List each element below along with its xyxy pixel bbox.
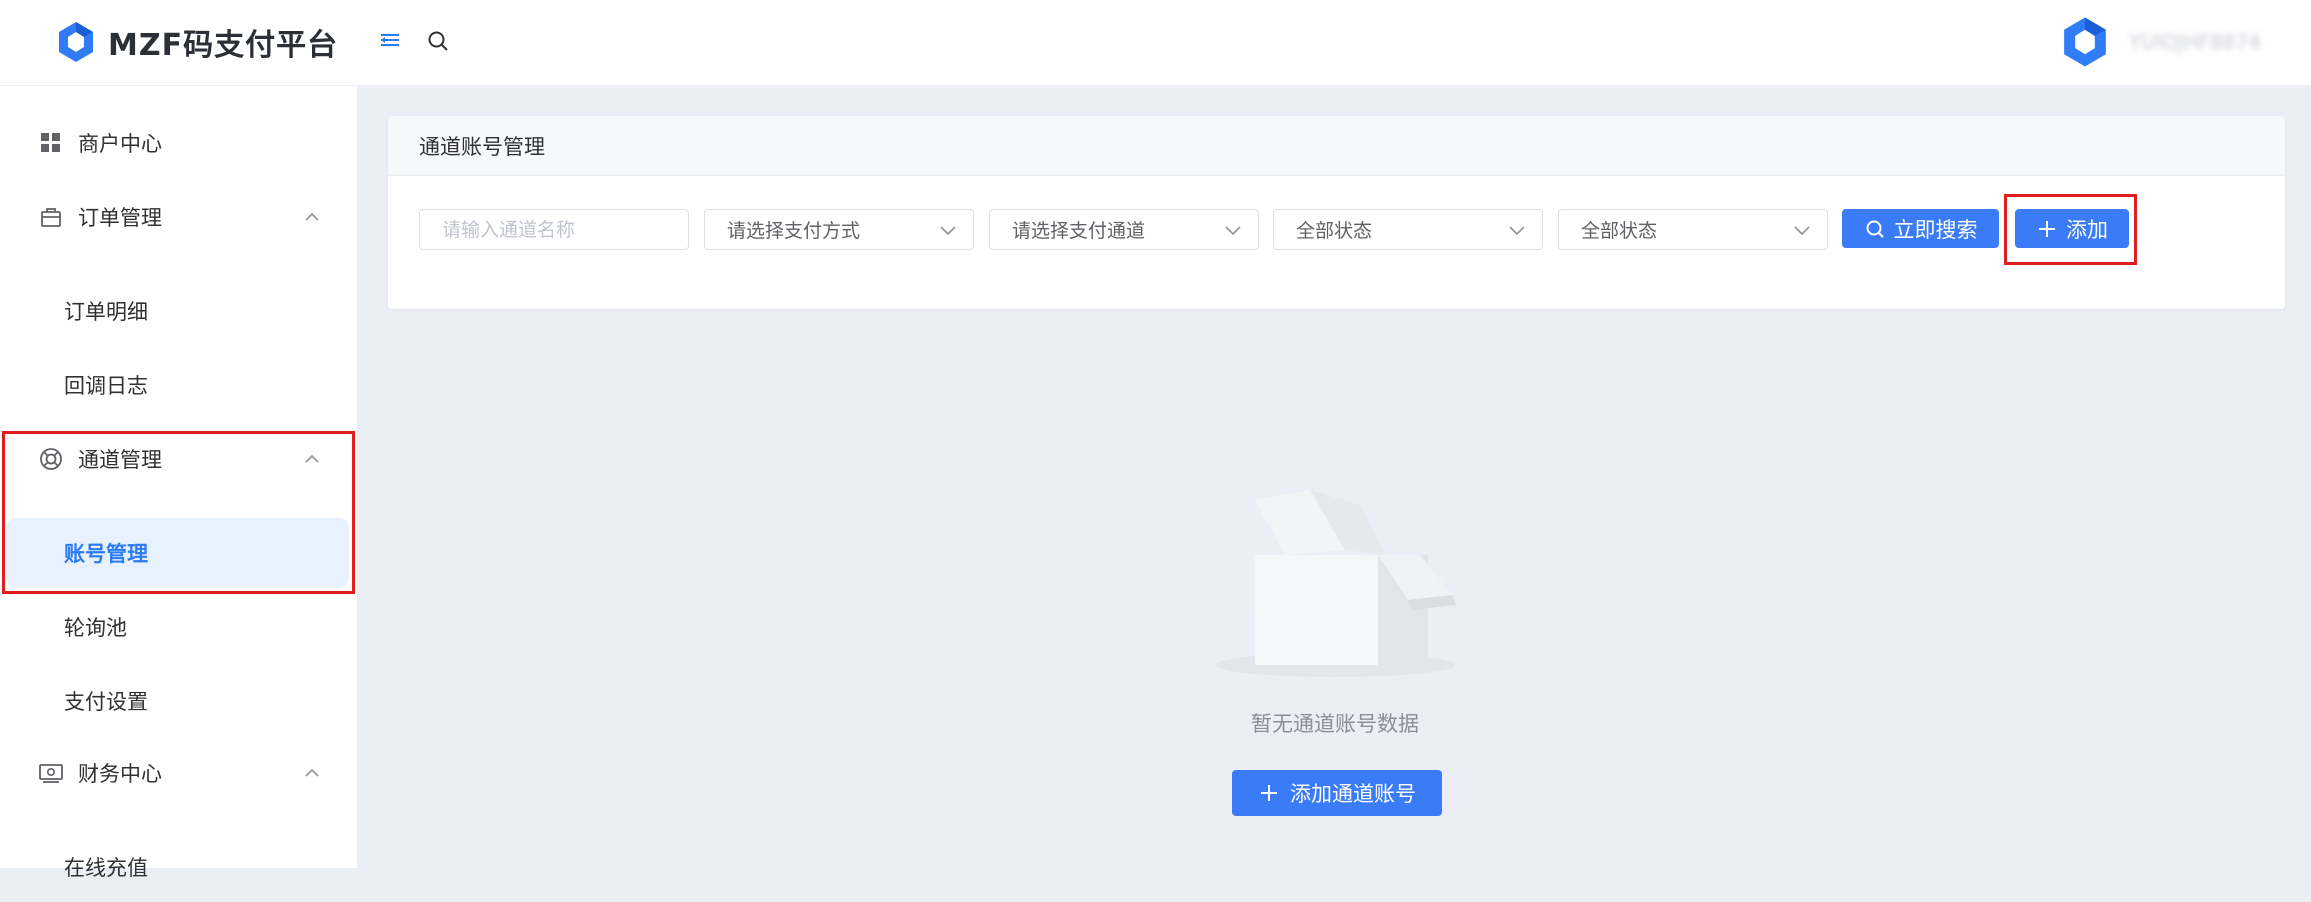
plus-icon (1258, 782, 1280, 804)
sidebar-item-account-management[interactable]: 账号管理 (6, 518, 349, 588)
sidebar-group-finance[interactable]: 财务中心 (0, 743, 357, 803)
sidebar-item-label: 订单明细 (64, 300, 148, 324)
pay-channel-select[interactable]: 请选择支付通道 (989, 209, 1259, 250)
app-title: MZF码支付平台 (108, 28, 339, 63)
avatar (2057, 14, 2113, 70)
sidebar-group-channels[interactable]: 通道管理 (0, 429, 357, 489)
bag-icon (38, 204, 64, 230)
select-value: 请选择支付通道 (1012, 220, 1146, 242)
chevron-up-icon (300, 449, 324, 469)
chevron-down-icon (1509, 226, 1525, 236)
search-icon[interactable] (424, 27, 452, 55)
sidebar-group-label: 订单管理 (78, 206, 162, 230)
chevron-down-icon (1225, 226, 1241, 236)
sidebar-item-callback-log[interactable]: 回调日志 (0, 350, 357, 420)
sidebar-group-label: 商户中心 (78, 132, 162, 156)
sidebar-item-polling-pool[interactable]: 轮询池 (0, 592, 357, 662)
sidebar-item-label: 轮询池 (64, 616, 127, 640)
page-title: 通道账号管理 (388, 116, 2285, 176)
sidebar-item-label: 回调日志 (64, 374, 148, 398)
search-icon (1864, 218, 1886, 240)
select-value: 全部状态 (1581, 220, 1658, 242)
status-select-2[interactable]: 全部状态 (1558, 209, 1828, 250)
add-channel-account-button[interactable]: 添加通道账号 (1232, 770, 1442, 816)
empty-illustration (1200, 430, 1470, 690)
sidebar: 商户中心 订单管理 订单明细 回调日志 通道管理 账号管理 轮询池 支付设置 财… (0, 86, 357, 880)
top-header: MZF码支付平台 YUIOJHF8874 (0, 0, 2311, 86)
empty-state-text: 暂无通道账号数据 (1251, 712, 1419, 736)
sidebar-item-label: 在线充值 (64, 856, 148, 880)
sidebar-item-order-details[interactable]: 订单明细 (0, 276, 357, 346)
search-button[interactable]: 立即搜索 (1842, 209, 1999, 248)
chevron-down-icon (940, 226, 956, 236)
add-channel-account-label: 添加通道账号 (1290, 782, 1416, 806)
sidebar-group-label: 财务中心 (78, 762, 162, 786)
grid-icon (38, 130, 64, 156)
logo-icon (54, 18, 98, 66)
chevron-down-icon (1794, 226, 1810, 236)
sidebar-group-merchant[interactable]: 商户中心 (0, 113, 357, 173)
pay-method-select[interactable]: 请选择支付方式 (704, 209, 974, 250)
sidebar-item-online-recharge[interactable]: 在线充值 (0, 832, 357, 902)
plus-icon (2036, 218, 2058, 240)
select-value: 全部状态 (1296, 220, 1373, 242)
sidebar-item-label: 支付设置 (64, 690, 148, 714)
brand[interactable]: MZF码支付平台 (54, 12, 338, 72)
channel-name-input[interactable] (419, 209, 689, 250)
status-select-1[interactable]: 全部状态 (1273, 209, 1543, 250)
lifebuoy-icon (38, 446, 64, 472)
select-value: 请选择支付方式 (727, 220, 861, 242)
user-menu[interactable]: YUIOJHF8874 (2057, 12, 2279, 72)
filter-card: 通道账号管理 请选择支付方式 请选择支付通道 全部状态 全部状态 立即搜索 (388, 116, 2285, 309)
add-button-label: 添加 (2066, 217, 2108, 242)
sidebar-group-label: 通道管理 (78, 448, 162, 472)
sidebar-group-orders[interactable]: 订单管理 (0, 187, 357, 247)
username: YUIOJHF8874 (2129, 30, 2261, 54)
add-button[interactable]: 添加 (2015, 209, 2129, 248)
search-button-label: 立即搜索 (1893, 217, 1978, 242)
chevron-up-icon (300, 207, 324, 227)
sidebar-item-payment-settings[interactable]: 支付设置 (0, 666, 357, 736)
sidebar-item-label: 账号管理 (64, 542, 148, 566)
wallet-icon (38, 760, 64, 786)
menu-toggle-icon[interactable] (378, 28, 402, 52)
chevron-up-icon (300, 763, 324, 783)
